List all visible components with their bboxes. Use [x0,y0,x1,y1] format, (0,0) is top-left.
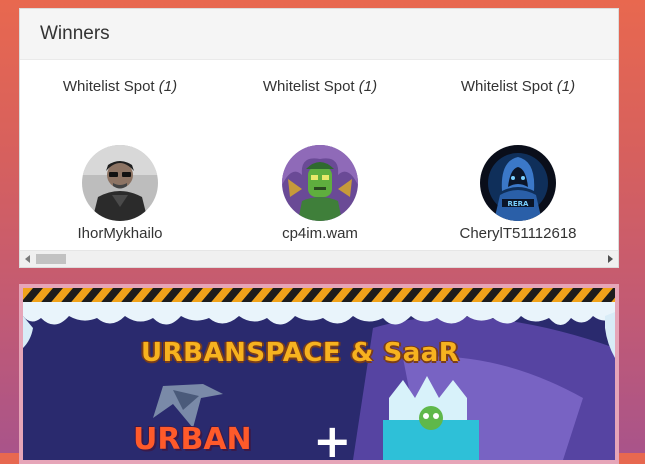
winner-name[interactable]: cp4im.wam [220,225,420,242]
prize-name: Whitelist Spot [460,78,553,95]
green-character-icon[interactable] [282,145,358,221]
banner-image: URBANSPACE & SaaR URBAN + [23,288,615,460]
person-photo-icon[interactable] [82,145,158,221]
prize-name: Whitelist Spot [62,78,155,95]
prize-label: Whitelist Spot (1) [418,78,618,95]
winner-item: Whitelist Spot (1) cp4im.wam [220,60,420,242]
winner-name[interactable]: CherylT51112618 [418,225,618,242]
prize-name: Whitelist Spot [262,78,355,95]
horizontal-scrollbar[interactable] [20,250,618,267]
prize-label: Whitelist Spot (1) [20,78,220,95]
prize-count: (1) [358,78,378,95]
banner-title: URBANSPACE & SaaR [141,338,460,368]
winners-title: Winners [40,23,110,44]
winner-name[interactable]: IhorMykhailo [20,225,220,242]
winners-card: Winners Whitelist Spot (1) IhorMykhailo … [19,8,619,268]
prize-count: (1) [158,78,178,95]
hooded-figure-icon[interactable]: RERA [480,145,556,221]
winner-item: Whitelist Spot (1) IhorMykhailo [20,60,220,242]
scroll-left-icon[interactable] [25,255,30,263]
banner-logo-text: URBAN [133,422,252,457]
prize-count: (1) [556,78,576,95]
winners-header: Winners [20,9,618,60]
svg-text:RERA: RERA [508,200,530,208]
scroll-thumb[interactable] [36,254,66,264]
scroll-right-icon[interactable] [608,255,613,263]
banner-plus: + [313,414,352,460]
prize-label: Whitelist Spot (1) [220,78,420,95]
winners-list: Whitelist Spot (1) IhorMykhailo Whitelis… [20,60,618,250]
promo-banner[interactable]: URBANSPACE & SaaR URBAN + [19,284,619,464]
winner-item: Whitelist Spot (1) RERA CherylT51112618 [418,60,618,242]
